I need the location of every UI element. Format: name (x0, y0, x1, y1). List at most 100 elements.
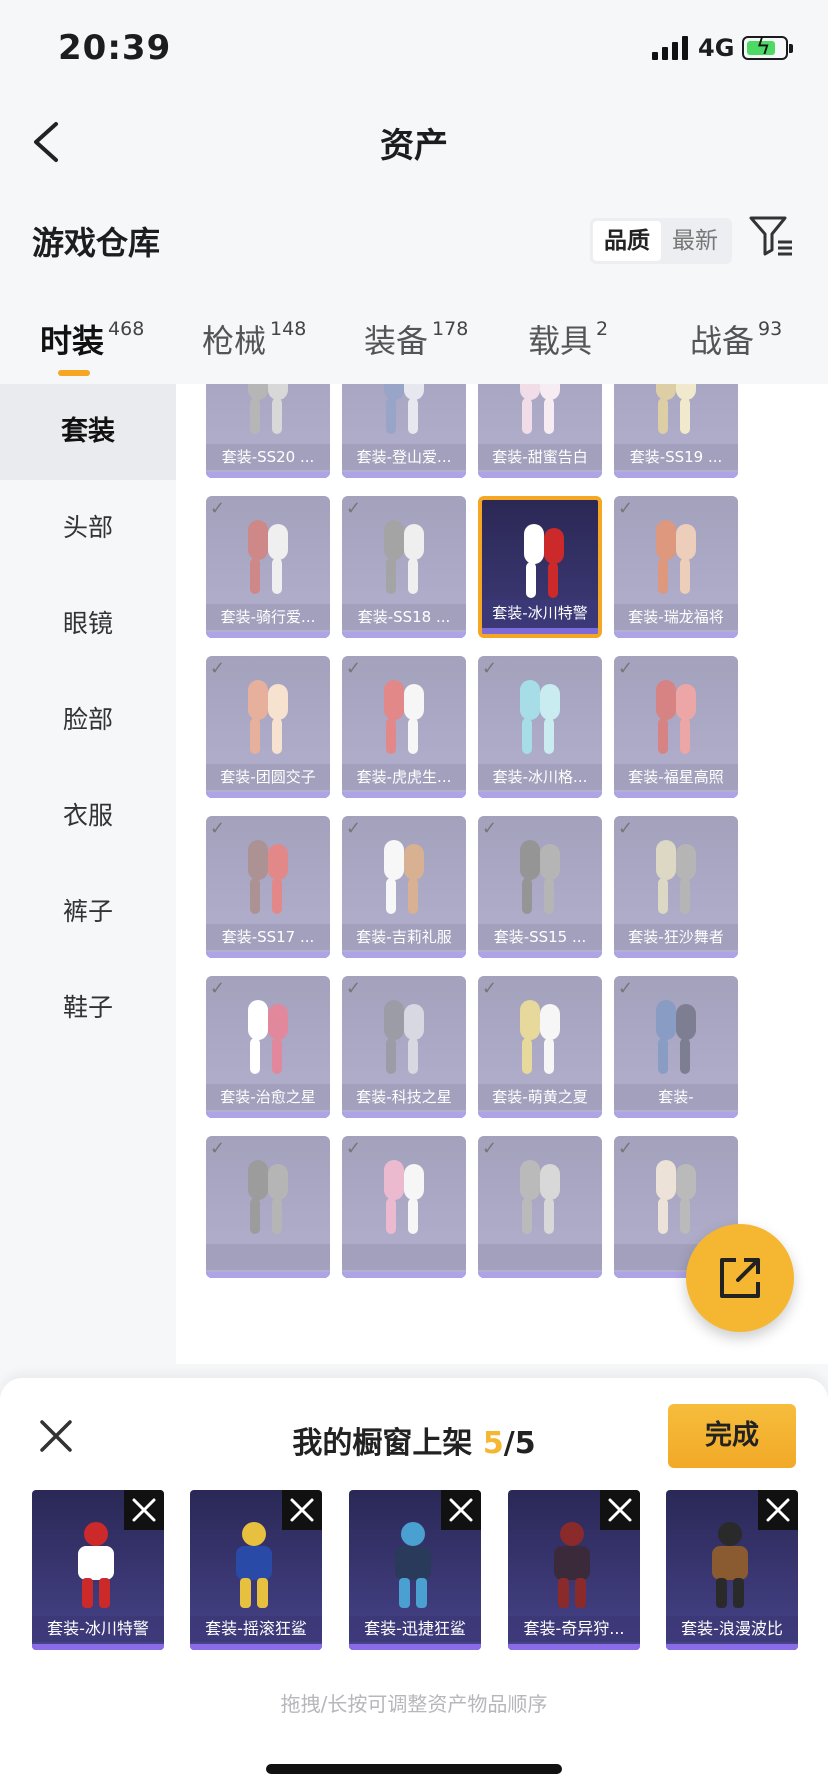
grid-item[interactable]: ✓ 套装-虎虎生... (342, 656, 466, 798)
picked-item[interactable]: 套装-摇滚狂鲨 (190, 1490, 322, 1650)
outfit-image (648, 674, 704, 758)
grid-item[interactable]: ✓ 套装- (614, 976, 738, 1118)
item-name: 套装-冰川特警 (482, 600, 598, 626)
home-indicator[interactable] (266, 1764, 562, 1774)
rarity-bar (342, 1272, 466, 1278)
item-name: 套装-治愈之星 (206, 1084, 330, 1110)
sidebar-item-suit[interactable]: 套装 (0, 384, 176, 480)
grid-item[interactable]: 套装-冰川特警 (478, 496, 602, 638)
rarity-bar (666, 1644, 798, 1650)
picked-item[interactable]: 套装-浪漫波比 (666, 1490, 798, 1650)
rarity-bar (32, 1644, 164, 1650)
grid-item[interactable]: ✓ 套装-冰川格... (478, 656, 602, 798)
item-name: 套装-登山爱... (342, 444, 466, 470)
tab-vehicles[interactable]: 载具 2 (528, 316, 608, 362)
grid-item[interactable]: ✓套装-甜蜜告白 (478, 384, 602, 478)
tab-active-indicator (58, 370, 90, 376)
grid-item[interactable]: ✓ 套装-瑞龙福将 (614, 496, 738, 638)
rarity-bar (614, 792, 738, 798)
check-icon: ✓ (210, 1138, 226, 1159)
rarity-bar (478, 472, 602, 478)
sidebar-item-glasses[interactable]: 眼镜 (0, 576, 176, 672)
outfit-image (240, 834, 296, 918)
item-name: 套装-虎虎生... (342, 764, 466, 790)
grid-item[interactable]: ✓ 套装-SS17 ... (206, 816, 330, 958)
picked-item[interactable]: 套装-冰川特警 (32, 1490, 164, 1650)
grid-item[interactable]: ✓套装-SS19 ... (614, 384, 738, 478)
grid-item[interactable]: ✓ 套装-福星高照 (614, 656, 738, 798)
grid-item[interactable]: ✓ (478, 1136, 602, 1278)
tab-weapons[interactable]: 枪械 148 (202, 316, 306, 362)
sidebar: 套装 头部 眼镜 脸部 衣服 裤子 鞋子 (0, 384, 176, 1364)
tab-equipment[interactable]: 装备 178 (364, 316, 468, 362)
signal-icon (652, 36, 688, 60)
picked-item[interactable]: 套装-迅捷狂鲨 (349, 1490, 481, 1650)
grid-item[interactable]: ✓ (342, 1136, 466, 1278)
outfit-image (376, 1154, 432, 1238)
check-icon: ✓ (346, 1138, 362, 1159)
grid-item[interactable]: ✓ 套装-科技之星 (342, 976, 466, 1118)
grid-item[interactable]: ✓ 套装-团圆交子 (206, 656, 330, 798)
rarity-bar (206, 632, 330, 638)
check-icon: ✓ (618, 658, 634, 679)
share-button[interactable] (686, 1224, 794, 1332)
filter-button[interactable] (748, 214, 794, 260)
outfit-image (648, 514, 704, 598)
grid-item[interactable]: ✓ 套装-骑行爱... (206, 496, 330, 638)
picked-item[interactable]: 套装-奇异狩... (508, 1490, 640, 1650)
sidebar-item-clothes[interactable]: 衣服 (0, 768, 176, 864)
picked-item-name: 套装-冰川特警 (32, 1616, 164, 1642)
tab-fashion[interactable]: 时装 468 (40, 316, 145, 376)
sort-newest[interactable]: 最新 (661, 221, 729, 261)
rarity-bar (478, 792, 602, 798)
remove-item-button[interactable] (600, 1490, 640, 1530)
sidebar-item-pants[interactable]: 裤子 (0, 864, 176, 960)
picked-item-name: 套装-摇滚狂鲨 (190, 1616, 322, 1642)
tab-supplies[interactable]: 战备 93 (690, 316, 782, 362)
outfit-image (376, 674, 432, 758)
grid-item[interactable]: ✓ 套装-SS18 ... (342, 496, 466, 638)
sort-quality[interactable]: 品质 (593, 221, 661, 261)
tab-count: 468 (108, 318, 145, 340)
tab-label: 战备 (690, 322, 755, 360)
outfit-image (240, 384, 296, 438)
remove-item-button[interactable] (441, 1490, 481, 1530)
item-name: 套装-SS17 ... (206, 924, 330, 950)
rarity-bar (478, 952, 602, 958)
check-icon: ✓ (210, 498, 226, 519)
grid-item[interactable]: ✓ 套装-狂沙舞者 (614, 816, 738, 958)
rarity-bar (190, 1644, 322, 1650)
grid-item[interactable]: ✓ 套装-SS15 ... (478, 816, 602, 958)
rarity-bar (478, 1112, 602, 1118)
remove-item-button[interactable] (282, 1490, 322, 1530)
rarity-bar (206, 1272, 330, 1278)
sidebar-item-face[interactable]: 脸部 (0, 672, 176, 768)
outfit-image (240, 514, 296, 598)
item-name: 套装-狂沙舞者 (614, 924, 738, 950)
grid-item[interactable]: ✓ 套装-萌黄之夏 (478, 976, 602, 1118)
outfit-image (516, 518, 572, 602)
sidebar-item-head[interactable]: 头部 (0, 480, 176, 576)
grid-item[interactable]: ✓ 套装-治愈之星 (206, 976, 330, 1118)
outfit-image (648, 994, 704, 1078)
grid-item[interactable]: ✓ 套装-吉莉礼服 (342, 816, 466, 958)
grid-item[interactable]: ✓套装-登山爱... (342, 384, 466, 478)
outfit-image (512, 834, 568, 918)
grid-item[interactable]: ✓套装-SS20 ... (206, 384, 330, 478)
remove-item-button[interactable] (124, 1490, 164, 1530)
check-icon: ✓ (482, 978, 498, 999)
rarity-bar (614, 632, 738, 638)
outfit-image (240, 994, 296, 1078)
grid-item[interactable]: ✓ (206, 1136, 330, 1278)
item-name: 套装- (614, 1084, 738, 1110)
check-icon: ✓ (346, 978, 362, 999)
done-button[interactable]: 完成 (668, 1404, 796, 1468)
remove-item-button[interactable] (758, 1490, 798, 1530)
sidebar-item-shoes[interactable]: 鞋子 (0, 960, 176, 1056)
outfit-image (376, 834, 432, 918)
rarity-bar (206, 952, 330, 958)
rarity-bar (342, 632, 466, 638)
showcase-max: /5 (503, 1426, 536, 1461)
outfit-image (512, 674, 568, 758)
check-icon: ✓ (618, 1138, 634, 1159)
